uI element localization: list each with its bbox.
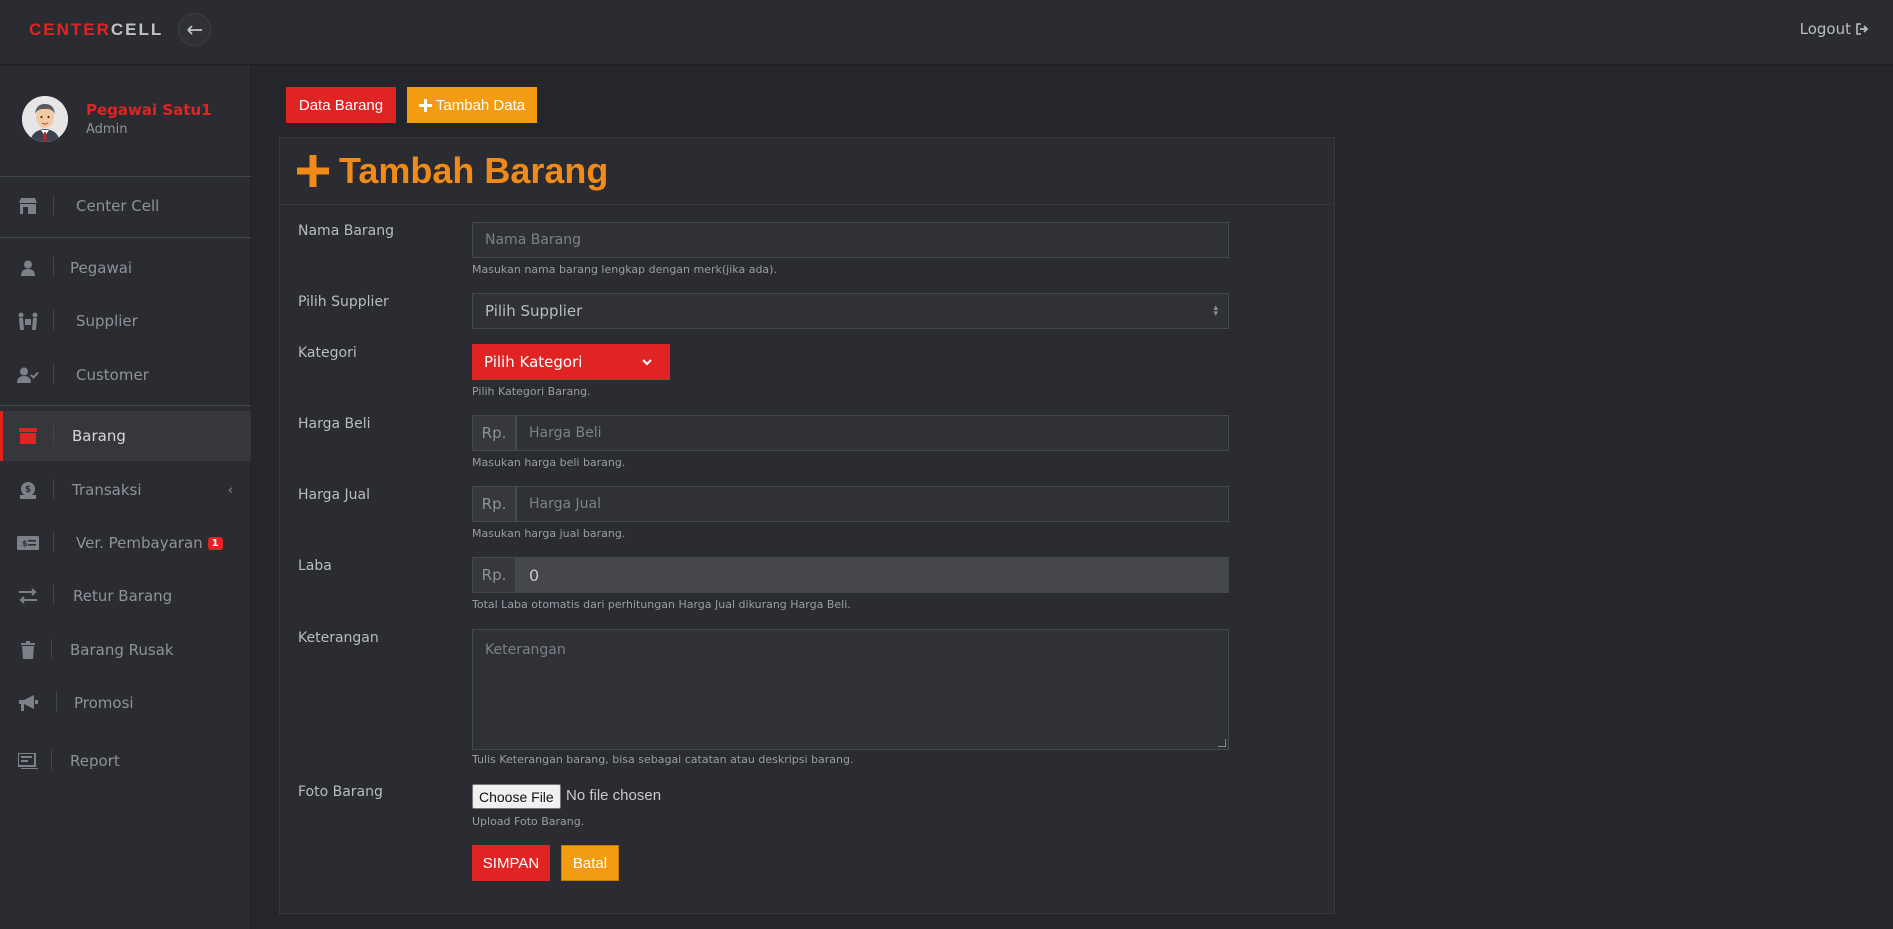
sidebar-item-label: Pegawai bbox=[70, 259, 133, 277]
chevron-left-icon: ‹ bbox=[227, 482, 233, 498]
sidebar-item-supplier[interactable]: Supplier bbox=[0, 296, 251, 346]
page-title-text: Tambah Barang bbox=[339, 150, 609, 191]
report-icon bbox=[17, 750, 39, 772]
plus-icon bbox=[418, 98, 432, 112]
avatar bbox=[22, 96, 68, 142]
resize-handle-icon[interactable] bbox=[1218, 739, 1226, 747]
sidebar-item-label: Ver. Pembayaran 1 bbox=[76, 534, 223, 552]
foto-barang-label: Foto Barang bbox=[298, 784, 383, 800]
user-check-icon bbox=[17, 364, 39, 386]
money-check-icon: $ bbox=[17, 532, 39, 554]
notification-badge: 1 bbox=[207, 537, 223, 550]
sidebar-item-customer[interactable]: Customer bbox=[0, 350, 251, 400]
brand-part-1: CENTER bbox=[29, 20, 111, 39]
sidebar-item-label: Customer bbox=[76, 366, 149, 384]
sidebar-item-transaksi[interactable]: $ Transaksi ‹ bbox=[0, 465, 251, 515]
sidebar: Pegawai Satu1 Admin Center Cell Pegawai … bbox=[0, 66, 251, 929]
harga-jual-label: Harga Jual bbox=[298, 487, 371, 503]
sidebar-item-label: Supplier bbox=[76, 312, 138, 330]
harga-beli-input[interactable]: Harga Beli bbox=[516, 415, 1229, 451]
panel-header: Tambah Barang bbox=[280, 138, 1334, 205]
money-bag-icon: $ bbox=[17, 479, 39, 501]
kategori-label: Kategori bbox=[298, 345, 357, 361]
sidebar-toggle-button[interactable] bbox=[178, 13, 211, 46]
svg-text:$: $ bbox=[22, 539, 28, 548]
sidebar-item-label: Promosi bbox=[74, 694, 134, 712]
harga-jual-input[interactable]: Harga Jual bbox=[516, 486, 1229, 522]
keterangan-placeholder: Keterangan bbox=[485, 642, 566, 658]
archive-icon bbox=[17, 425, 39, 447]
arrow-left-icon bbox=[186, 24, 202, 35]
choose-file-button[interactable]: Choose File bbox=[472, 784, 561, 809]
sidebar-item-label: Retur Barang bbox=[73, 587, 173, 605]
keterangan-textarea[interactable]: Keterangan bbox=[472, 629, 1229, 750]
bullhorn-icon bbox=[17, 692, 39, 714]
page-title: Tambah Barang bbox=[297, 150, 608, 192]
currency-prefix: Rp. bbox=[472, 415, 516, 451]
plus-icon bbox=[297, 155, 329, 187]
trash-icon bbox=[17, 639, 39, 661]
logout-label: Logout bbox=[1799, 20, 1851, 38]
laba-help: Total Laba otomatis dari perhitungan Har… bbox=[472, 598, 851, 611]
brand-logo[interactable]: CENTERCELL bbox=[29, 20, 163, 40]
supplier-select[interactable]: Pilih Supplier ▴ ▾ bbox=[472, 293, 1229, 329]
currency-prefix: Rp. bbox=[472, 486, 516, 522]
user-profile: Pegawai Satu1 Admin bbox=[0, 66, 251, 177]
supplier-label: Pilih Supplier bbox=[298, 294, 389, 310]
sidebar-item-label-text: Ver. Pembayaran bbox=[76, 534, 203, 552]
foto-barang-help: Upload Foto Barang. bbox=[472, 815, 585, 828]
batal-button[interactable]: Batal bbox=[561, 845, 619, 881]
sidebar-item-pegawai[interactable]: Pegawai bbox=[0, 243, 251, 293]
profile-role: Admin bbox=[86, 122, 128, 137]
kategori-button-label: Pilih Kategori bbox=[484, 353, 583, 371]
harga-beli-label: Harga Beli bbox=[298, 416, 371, 432]
sidebar-item-barang[interactable]: Barang bbox=[0, 411, 251, 461]
data-barang-button[interactable]: Data Barang bbox=[286, 87, 396, 123]
people-carry-icon bbox=[17, 310, 39, 332]
nama-barang-label: Nama Barang bbox=[298, 223, 394, 239]
brand-part-2: CELL bbox=[110, 20, 164, 39]
select-arrows-icon: ▴ ▾ bbox=[1213, 303, 1218, 319]
sidebar-item-barang-rusak[interactable]: Barang Rusak bbox=[0, 625, 251, 675]
profile-name[interactable]: Pegawai Satu1 bbox=[86, 101, 212, 119]
sidebar-item-label: Barang bbox=[72, 427, 126, 445]
harga-beli-help: Masukan harga beli barang. bbox=[472, 456, 626, 469]
store-icon bbox=[17, 195, 39, 217]
chevron-down-icon bbox=[642, 358, 652, 365]
file-status-text: No file chosen bbox=[566, 787, 662, 804]
tambah-data-label: Tambah Data bbox=[435, 96, 526, 114]
kategori-help: Pilih Kategori Barang. bbox=[472, 385, 591, 398]
sidebar-item-promosi[interactable]: Promosi bbox=[0, 678, 251, 728]
sidebar-item-label: Barang Rusak bbox=[70, 641, 174, 659]
keterangan-label: Keterangan bbox=[298, 630, 379, 646]
sidebar-item-label: Report bbox=[70, 752, 120, 770]
simpan-button[interactable]: SIMPAN bbox=[472, 845, 550, 881]
nama-barang-help: Masukan nama barang lengkap dengan merk(… bbox=[472, 263, 777, 276]
user-icon bbox=[17, 257, 39, 279]
top-bar: CENTERCELL Logout bbox=[0, 0, 1893, 65]
sidebar-item-ver-pembayaran[interactable]: $ Ver. Pembayaran 1 bbox=[0, 518, 251, 568]
supplier-selected-value: Pilih Supplier bbox=[485, 302, 583, 320]
logout-link[interactable]: Logout bbox=[1800, 20, 1869, 38]
svg-text:$: $ bbox=[25, 485, 31, 495]
exchange-icon bbox=[17, 585, 39, 607]
laba-label: Laba bbox=[298, 558, 332, 574]
nama-barang-input[interactable]: Nama Barang bbox=[472, 222, 1229, 258]
sidebar-item-label: Center Cell bbox=[76, 197, 160, 215]
sidebar-item-report[interactable]: Report bbox=[0, 736, 251, 786]
keterangan-help: Tulis Keterangan barang, bisa sebagai ca… bbox=[472, 753, 854, 766]
sidebar-item-label: Transaksi bbox=[72, 481, 142, 499]
sign-out-icon bbox=[1856, 23, 1869, 35]
harga-jual-help: Masukan harga jual barang. bbox=[472, 527, 626, 540]
currency-prefix: Rp. bbox=[472, 557, 516, 593]
kategori-dropdown-button[interactable]: Pilih Kategori bbox=[472, 344, 670, 380]
laba-readonly-field: 0 bbox=[516, 557, 1229, 593]
sidebar-item-center-cell[interactable]: Center Cell bbox=[0, 181, 251, 231]
sidebar-item-retur-barang[interactable]: Retur Barang bbox=[0, 571, 251, 621]
tambah-data-button[interactable]: Tambah Data bbox=[407, 87, 537, 123]
